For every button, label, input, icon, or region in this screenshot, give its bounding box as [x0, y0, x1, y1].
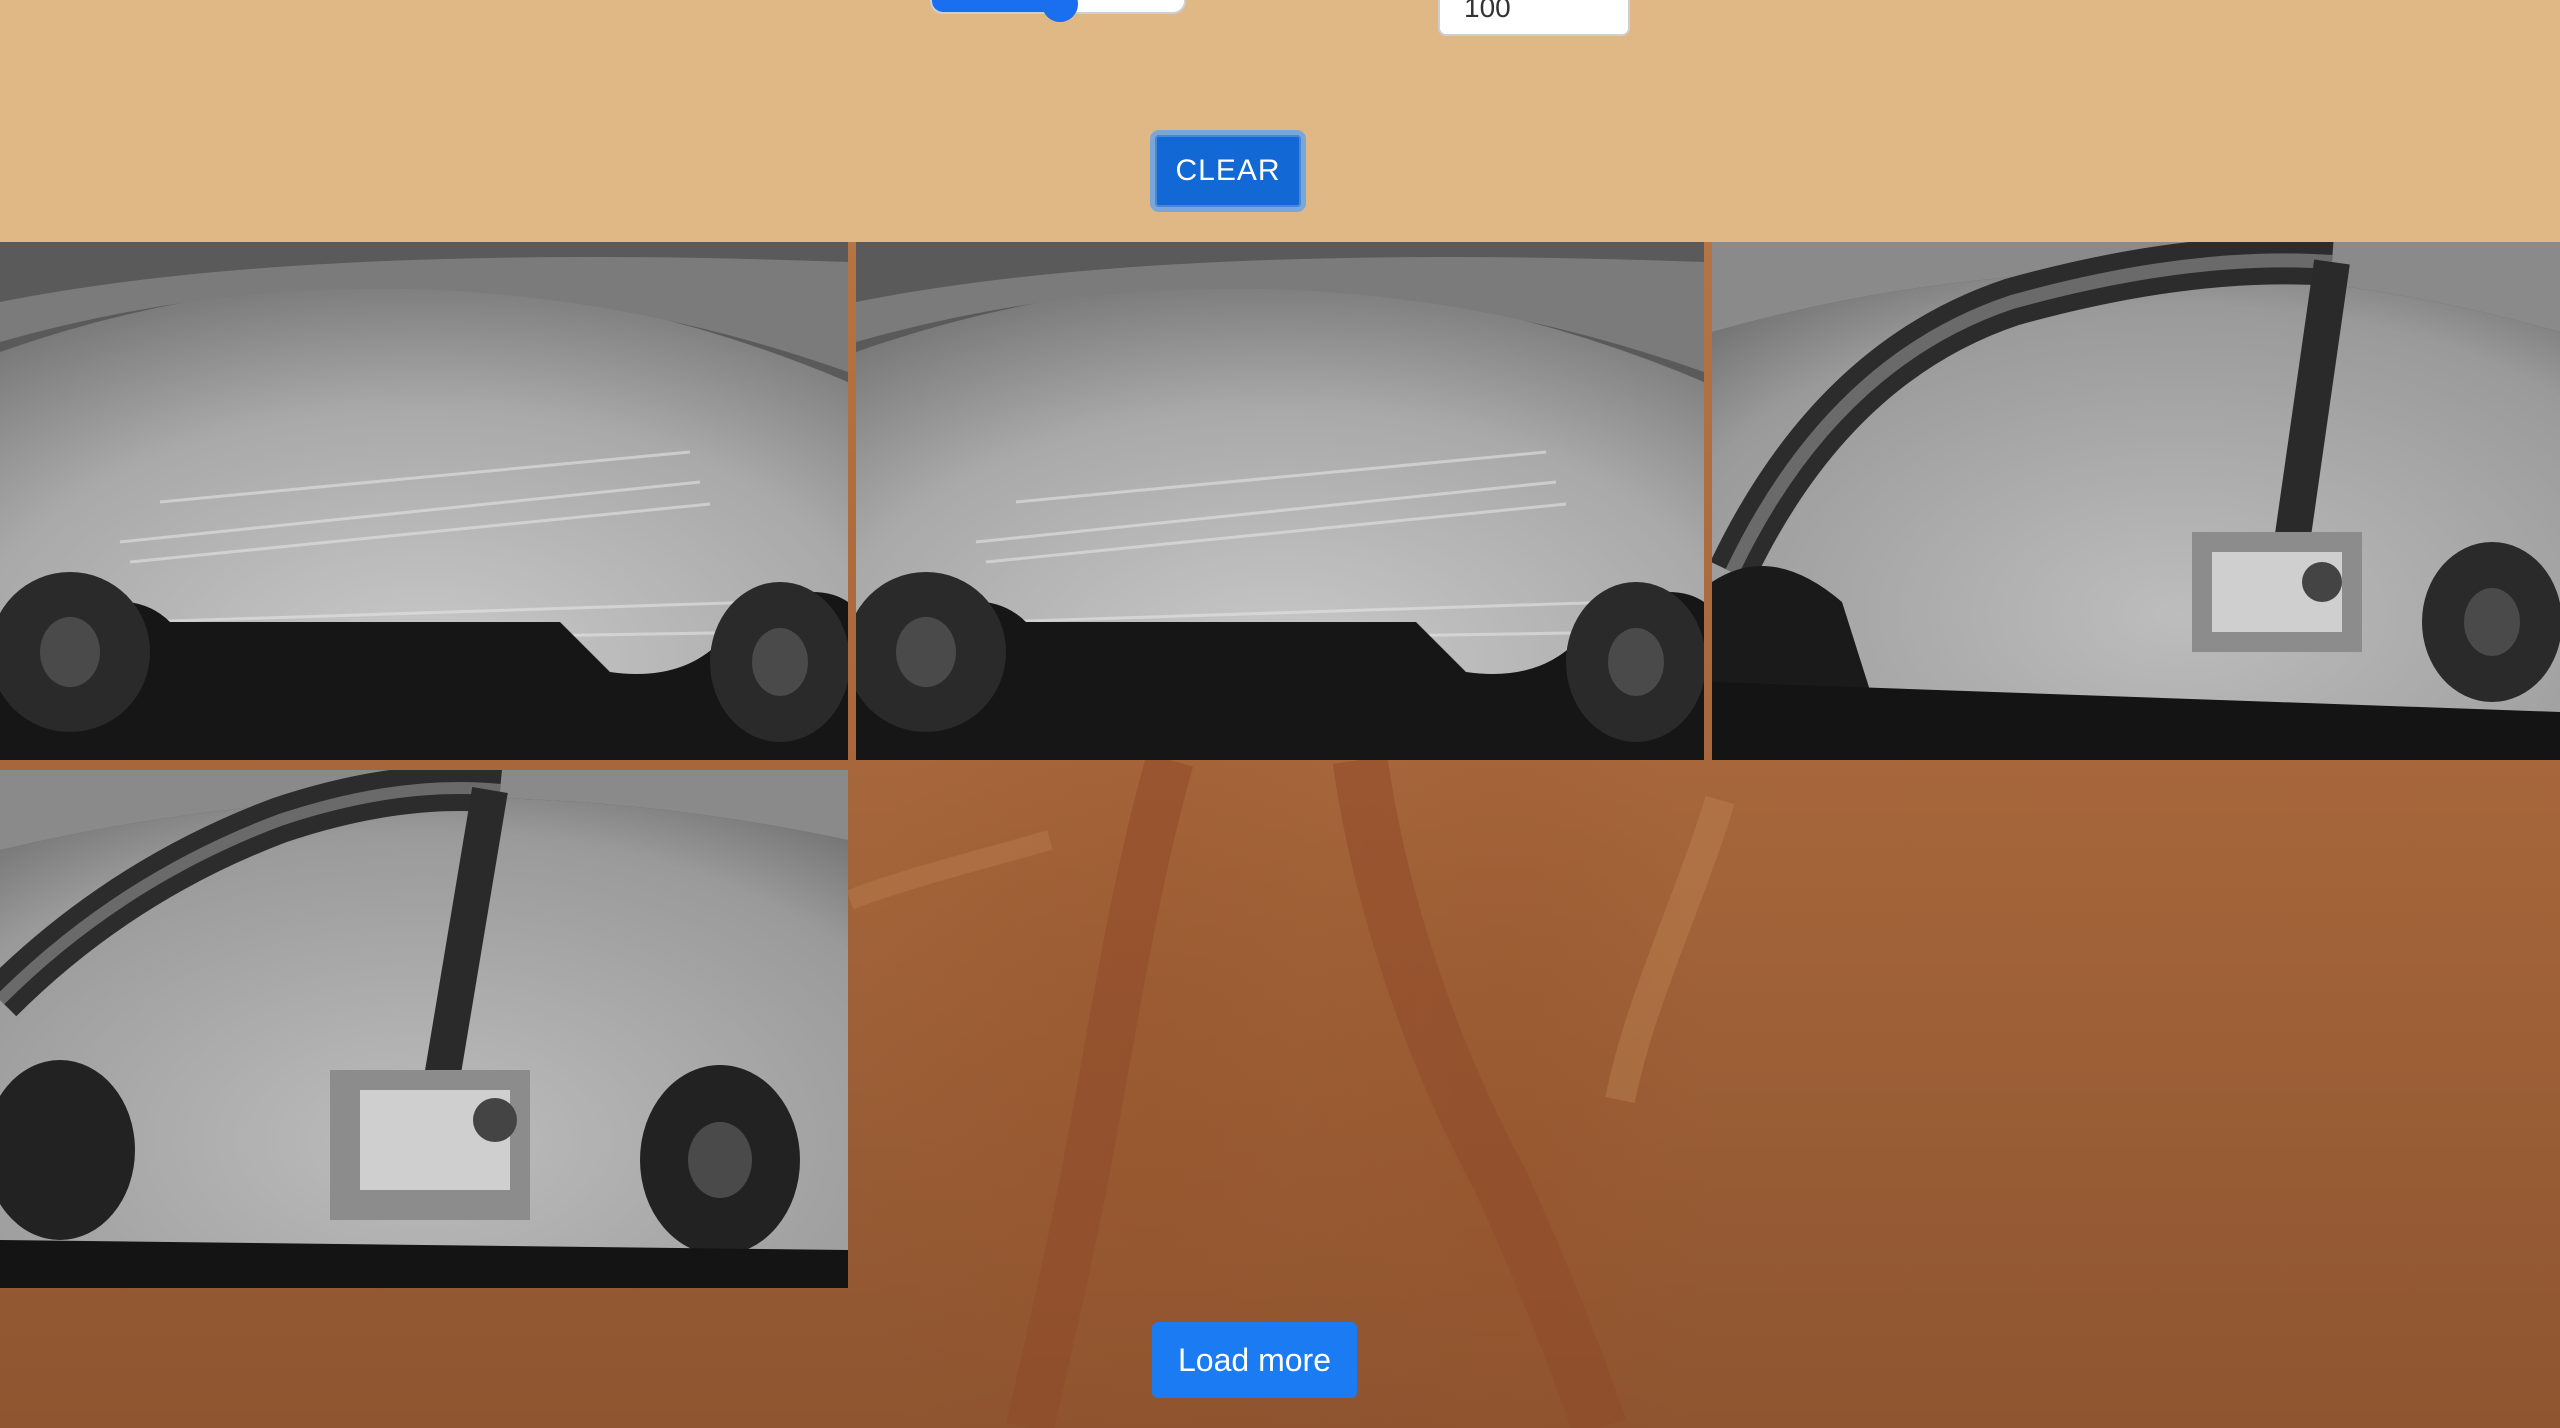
number-input[interactable]: 100 — [1438, 0, 1630, 36]
rover-photo[interactable] — [0, 770, 848, 1288]
rover-photo[interactable] — [0, 242, 848, 760]
rover-photo[interactable] — [1712, 242, 2560, 760]
rover-photo[interactable] — [856, 242, 1704, 760]
load-more-button[interactable]: Load more — [1152, 1322, 1357, 1398]
slider-fill — [932, 0, 1058, 12]
clear-button[interactable]: CLEAR — [1150, 130, 1306, 212]
control-panel: 100 CLEAR — [0, 0, 2560, 242]
slider-thumb[interactable] — [1042, 0, 1078, 22]
